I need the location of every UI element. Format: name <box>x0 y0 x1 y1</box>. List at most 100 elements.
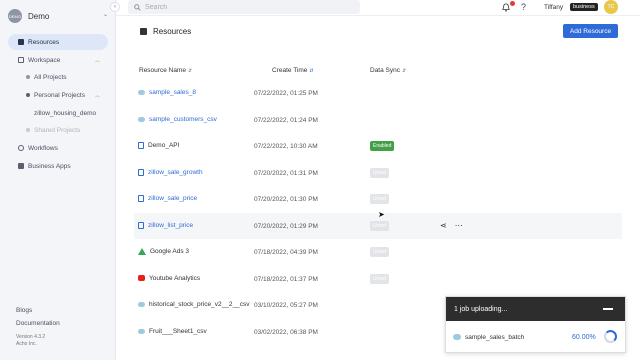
data-sync-badge: Unset <box>370 194 390 204</box>
progress-spinner-icon <box>604 330 617 343</box>
chevron-up-icon: ︿ <box>94 57 100 64</box>
create-time-cell: 07/20/2022, 01:29 PM <box>254 222 318 230</box>
resource-name-cell[interactable]: historical_stock_price_v2__2__csv <box>138 301 249 308</box>
help-icon[interactable]: ? <box>521 2 526 12</box>
column-header-sync[interactable]: Data Sync ⇵ <box>370 67 406 74</box>
workflow-icon <box>18 145 24 151</box>
upload-title: 1 job uploading... <box>454 305 508 313</box>
cloud-icon <box>138 302 145 307</box>
resource-name: Fruit___Sheet1_csv <box>149 327 207 335</box>
resource-name-cell[interactable]: sample_sales_8 <box>138 89 196 96</box>
resource-name-cell[interactable]: Fruit___Sheet1_csv <box>138 328 207 335</box>
column-header-label: Data Sync <box>370 67 400 74</box>
collapse-sidebar-button[interactable]: ‹ <box>110 2 120 12</box>
sidebar-item-zillow-housing-demo[interactable]: zillow_housing_demo <box>8 105 108 121</box>
chevron-left-icon: ‹ <box>114 4 116 10</box>
create-time-cell: 07/22/2022, 10:30 AM <box>254 143 318 150</box>
search-input[interactable] <box>145 3 345 11</box>
sidebar-item-workspace[interactable]: Workspace ︿ <box>8 52 108 68</box>
data-sync-badge: Unset <box>370 220 390 231</box>
notification-badge <box>510 1 515 6</box>
resource-name[interactable]: sample_customers_csv <box>149 116 217 123</box>
resource-name[interactable]: zillow_sale_price <box>148 195 197 202</box>
sidebar-item-business-apps[interactable]: Business Apps <box>8 158 108 174</box>
create-time-cell: 03/02/2022, 06:38 PM <box>254 328 318 336</box>
upload-header: 1 job uploading... <box>446 297 625 321</box>
projects-icon <box>26 75 30 79</box>
column-header-time[interactable]: Create Time ⇵ <box>272 67 314 74</box>
bell-icon[interactable] <box>502 3 510 12</box>
cloud-icon <box>453 334 461 340</box>
add-resource-button[interactable]: Add Resource <box>563 24 618 38</box>
blogs-link[interactable]: Blogs <box>16 307 32 314</box>
table-row[interactable]: zillow_sale_growth 07/20/2022, 01:31 PM Un… <box>134 160 622 187</box>
table-row[interactable]: Demo_API 07/22/2022, 10:30 AM Enabled <box>134 133 622 160</box>
sidebar-item-label: Business Apps <box>28 162 71 170</box>
sidebar-item-label: All Projects <box>34 73 67 81</box>
create-time-cell: 07/18/2022, 04:39 PM <box>254 249 318 256</box>
resources-icon <box>18 39 24 45</box>
create-time-cell: 07/20/2022, 01:31 PM <box>254 169 318 177</box>
document-icon <box>138 221 144 229</box>
resource-name[interactable]: zillow_list_price <box>148 222 193 229</box>
sidebar-item-all-projects[interactable]: All Projects <box>8 69 108 85</box>
table-row[interactable]: Youtube Analytics 07/18/2022, 01:37 PM Uns… <box>134 266 622 293</box>
apps-icon <box>18 163 24 169</box>
sidebar-item-label: Personal Projects <box>34 91 85 99</box>
upload-file-name: sample_sales_batch <box>465 334 525 341</box>
table-row[interactable]: zillow_sale_price 07/20/2022, 01:30 PM Uns… <box>134 186 622 213</box>
more-options-icon[interactable]: ⋯ <box>455 221 463 230</box>
table-row[interactable]: sample_sales_8 07/22/2022, 01:25 PM <box>134 80 622 107</box>
create-time-cell: 07/18/2022, 01:37 PM <box>254 275 318 283</box>
documentation-link[interactable]: Documentation <box>16 320 60 327</box>
column-header-label: Create Time <box>272 67 308 74</box>
cloud-icon <box>138 328 145 334</box>
sidebar-item-label: Resources <box>28 38 60 46</box>
sidebar-item-personal-projects[interactable]: Personal Projects ︿ <box>8 87 108 103</box>
resource-name: Youtube Analytics <box>149 274 201 282</box>
resource-name-cell[interactable]: zillow_sale_price <box>138 195 197 202</box>
share-icon <box>26 128 30 132</box>
sort-icon: ⇵ <box>187 68 193 74</box>
document-icon <box>138 142 144 149</box>
resources-icon <box>140 28 147 35</box>
sort-desc-icon: ⇵ <box>309 68 314 74</box>
org-switcher[interactable]: DEMO Demo ⌄ <box>8 8 108 24</box>
resource-name: Demo_API <box>148 142 180 149</box>
create-time-cell: 03/10/2022, 05:27 PM <box>254 302 318 309</box>
sidebar-item-workflows[interactable]: Workflows <box>8 140 108 156</box>
sidebar-item-label: Shared Projects <box>34 126 81 134</box>
plan-badge: business <box>570 3 598 11</box>
minimize-icon[interactable] <box>603 308 613 310</box>
resource-name-cell[interactable]: zillow_list_price <box>138 221 193 229</box>
table-row[interactable]: Google Ads 3 07/18/2022, 04:39 PM Unset <box>134 239 622 266</box>
table-row[interactable]: sample_customers_csv 07/22/2022, 01:24 PM <box>134 107 622 134</box>
sidebar: DEMO Demo ⌄ Resources Workspace ︿ All Pr… <box>0 0 116 360</box>
resource-name-cell[interactable]: Google Ads 3 <box>138 248 189 255</box>
sidebar-item-label: zillow_housing_demo <box>34 109 97 117</box>
resource-name-cell[interactable]: Youtube Analytics <box>138 275 200 282</box>
resource-name[interactable]: zillow_sale_growth <box>148 169 203 176</box>
sidebar-item-resources[interactable]: Resources <box>8 34 108 50</box>
sidebar-item-shared-projects[interactable]: Shared Projects <box>8 122 108 138</box>
avatar[interactable]: TC <box>604 0 618 14</box>
search-box[interactable] <box>128 0 360 14</box>
share-icon[interactable]: ⋖ <box>440 221 447 230</box>
resource-name-cell[interactable]: sample_customers_csv <box>138 116 217 123</box>
resource-name-cell[interactable]: zillow_sale_growth <box>138 168 203 176</box>
person-icon <box>26 93 30 97</box>
data-sync-badge: Unset <box>370 247 390 257</box>
create-time-cell: 07/20/2022, 01:30 PM <box>254 196 318 203</box>
cloud-icon <box>138 90 145 95</box>
resource-name: historical_stock_price_v2__2__csv <box>149 301 250 308</box>
google-ads-icon <box>138 248 146 255</box>
org-avatar: DEMO <box>8 9 22 23</box>
data-sync-badge: Unset <box>370 273 390 284</box>
sort-icon: ⇵ <box>402 68 407 74</box>
resource-name[interactable]: sample_sales_8 <box>149 89 196 96</box>
upload-panel: 1 job uploading... sample_sales_batch 60… <box>445 296 626 353</box>
data-sync-badge: Enabled <box>370 141 395 151</box>
document-icon <box>138 168 144 176</box>
resource-name-cell[interactable]: Demo_API <box>138 142 179 149</box>
column-header-name[interactable]: Resource Name ⇵ <box>139 67 192 74</box>
